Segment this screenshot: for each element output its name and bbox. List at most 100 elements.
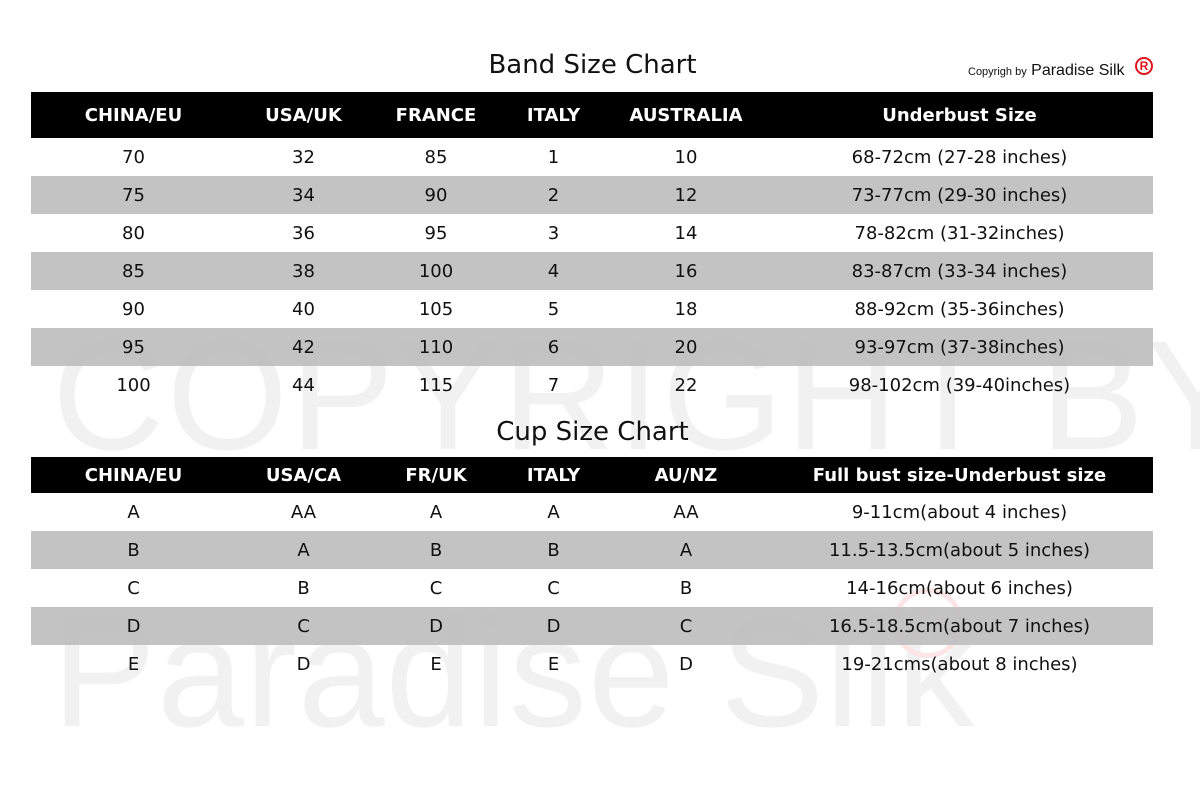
band-header-china-eu: CHINA/EU xyxy=(31,92,236,138)
table-cell: 5 xyxy=(547,298,560,320)
table-cell: 95 xyxy=(31,328,236,366)
table-cell: A xyxy=(236,531,371,569)
band-header-france: FRANCE xyxy=(371,92,501,138)
cup-header-usa-ca: USA/CA xyxy=(236,457,371,493)
table-cell: E xyxy=(127,653,140,675)
table-cell: D xyxy=(31,607,236,645)
cup-chart-title: Cup Size Chart xyxy=(496,417,689,447)
table-cell: A xyxy=(429,501,443,523)
band-header-underbust: Underbust Size xyxy=(766,92,1153,138)
table-cell: 78-82cm (31-32inches) xyxy=(854,222,1065,244)
band-table-row: 85 38 100 4 16 83-87cm (33-34 inches) xyxy=(31,252,1153,290)
table-cell: C xyxy=(547,577,560,599)
table-cell: B xyxy=(31,531,236,569)
table-cell: 11.5-13.5cm(about 5 inches) xyxy=(766,531,1153,569)
table-cell: 2 xyxy=(501,176,606,214)
table-cell: C xyxy=(127,577,140,599)
table-cell: B xyxy=(371,531,501,569)
table-cell: D xyxy=(371,607,501,645)
table-cell: 14 xyxy=(674,222,698,244)
cup-header-au-nz: AU/NZ xyxy=(606,457,766,493)
table-cell: 40 xyxy=(292,298,315,320)
cup-table-row: D C D D C 16.5-18.5cm(about 7 inches) xyxy=(31,607,1153,645)
table-cell: AA xyxy=(673,501,699,523)
table-cell: B xyxy=(501,531,606,569)
table-cell: 16.5-18.5cm(about 7 inches) xyxy=(766,607,1153,645)
table-cell: A xyxy=(127,501,140,523)
table-cell: D xyxy=(296,653,311,675)
table-cell: 9-11cm(about 4 inches) xyxy=(851,501,1068,523)
table-cell: B xyxy=(679,577,693,599)
table-cell: 110 xyxy=(371,328,501,366)
cup-header-china-eu: CHINA/EU xyxy=(31,457,236,493)
table-cell: 4 xyxy=(501,252,606,290)
table-cell: 12 xyxy=(606,176,766,214)
cup-size-table: CHINA/EU USA/CA FR/UK ITALY AU/NZ Full b… xyxy=(31,457,1153,683)
table-cell: 7 xyxy=(547,374,560,396)
table-cell: AA xyxy=(290,501,317,523)
band-size-table: CHINA/EU USA/UK FRANCE ITALY AUSTRALIA U… xyxy=(31,92,1153,404)
table-cell: 42 xyxy=(236,328,371,366)
table-cell: 6 xyxy=(501,328,606,366)
table-cell: 19-21cms(about 8 inches) xyxy=(841,653,1078,675)
table-cell: C xyxy=(429,577,443,599)
table-cell: 1 xyxy=(547,146,560,168)
band-header-italy: ITALY xyxy=(501,92,606,138)
table-cell: 20 xyxy=(606,328,766,366)
table-cell: 83-87cm (33-34 inches) xyxy=(766,252,1153,290)
table-cell: 75 xyxy=(31,176,236,214)
table-cell: 3 xyxy=(547,222,560,244)
band-table-row: 100 44 115 7 22 98-102cm (39-40inches) xyxy=(31,366,1153,404)
cup-table-row: C B C C B 14-16cm(about 6 inches) xyxy=(31,569,1153,607)
cup-table-row: B A B B A 11.5-13.5cm(about 5 inches) xyxy=(31,531,1153,569)
band-header-australia: AUSTRALIA xyxy=(606,92,766,138)
registered-trademark-icon: R xyxy=(1135,57,1153,75)
table-cell: 68-72cm (27-28 inches) xyxy=(851,146,1068,168)
band-header-usa-uk: USA/UK xyxy=(236,92,371,138)
cup-header-bust-difference: Full bust size-Underbust size xyxy=(766,457,1153,493)
table-cell: E xyxy=(430,653,442,675)
table-cell: 22 xyxy=(674,374,698,396)
band-table-row: 70 32 85 1 10 68-72cm (27-28 inches) xyxy=(31,138,1153,176)
band-table-row: 95 42 110 6 20 93-97cm (37-38inches) xyxy=(31,328,1153,366)
band-table-row: 75 34 90 2 12 73-77cm (29-30 inches) xyxy=(31,176,1153,214)
table-cell: 88-92cm (35-36inches) xyxy=(854,298,1065,320)
table-cell: 10 xyxy=(674,146,698,168)
table-cell: 73-77cm (29-30 inches) xyxy=(766,176,1153,214)
table-cell: 85 xyxy=(31,252,236,290)
table-cell: 90 xyxy=(122,298,145,320)
band-table-row: 90 40 105 5 18 88-92cm (35-36inches) xyxy=(31,290,1153,328)
table-cell: D xyxy=(679,653,693,675)
table-cell: 105 xyxy=(418,298,454,320)
band-table-row: 80 36 95 3 14 78-82cm (31-32inches) xyxy=(31,214,1153,252)
table-cell: 100 xyxy=(371,252,501,290)
table-cell: 100 xyxy=(116,374,151,396)
table-cell: 85 xyxy=(424,146,448,168)
table-cell: E xyxy=(547,653,560,675)
table-cell: 44 xyxy=(292,374,315,396)
table-cell: 14-16cm(about 6 inches) xyxy=(846,577,1073,599)
table-cell: 115 xyxy=(418,374,454,396)
table-cell: 98-102cm (39-40inches) xyxy=(848,374,1071,396)
table-cell: 80 xyxy=(122,222,145,244)
copyright-brand: Paradise Silk xyxy=(1031,62,1125,79)
cup-table-row: A AA A A AA 9-11cm(about 4 inches) xyxy=(31,493,1153,531)
table-cell: 90 xyxy=(371,176,501,214)
table-cell: A xyxy=(547,501,560,523)
cup-header-italy: ITALY xyxy=(501,457,606,493)
copyright-notice: Copyrigh by Paradise Silk R xyxy=(968,57,1153,80)
table-cell: 93-97cm (37-38inches) xyxy=(766,328,1153,366)
table-cell: 70 xyxy=(122,146,145,168)
table-cell: A xyxy=(606,531,766,569)
table-cell: 18 xyxy=(674,298,698,320)
table-cell: D xyxy=(501,607,606,645)
table-cell: B xyxy=(297,577,310,599)
table-cell: 16 xyxy=(606,252,766,290)
table-cell: 36 xyxy=(292,222,315,244)
cup-table-row: E D E E D 19-21cms(about 8 inches) xyxy=(31,645,1153,683)
table-cell: 95 xyxy=(424,222,448,244)
table-cell: 34 xyxy=(236,176,371,214)
table-cell: C xyxy=(236,607,371,645)
table-cell: C xyxy=(606,607,766,645)
table-cell: 32 xyxy=(292,146,315,168)
